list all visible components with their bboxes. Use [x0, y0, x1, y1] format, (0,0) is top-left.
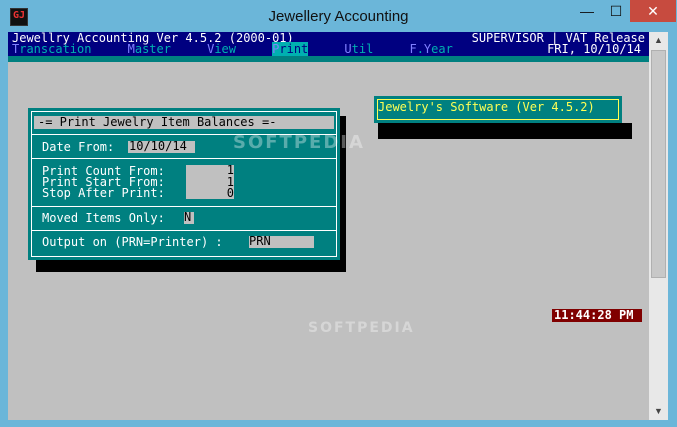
output-label: Output on (PRN=Printer) : — [42, 235, 223, 249]
header-date: FRI, 10/10/14 — [547, 42, 641, 56]
moved-items-label: Moved Items Only: — [42, 211, 165, 225]
minimize-button[interactable]: — — [572, 0, 602, 22]
scroll-up-icon[interactable]: ▲ — [649, 32, 668, 49]
softpedia-watermark: SOFTPEDIA — [233, 132, 365, 153]
clock-text: 11:44:28 PM — [554, 308, 634, 322]
scroll-thumb[interactable] — [651, 50, 666, 278]
dialog-title-bar: -= Print Jewelry Item Balances =- — [34, 116, 334, 129]
menu-fyear[interactable]: F.Year — [409, 42, 452, 56]
dialog-title: -= Print Jewelry Item Balances =- — [38, 115, 277, 129]
softpedia-watermark-small: SOFTPEDIA — [308, 320, 415, 336]
scroll-down-icon[interactable]: ▼ — [649, 403, 668, 420]
dialog-separator — [31, 158, 337, 159]
header-strip — [8, 56, 649, 62]
menu-bar: Transcation Master View Print Util F.Yea… — [12, 42, 453, 56]
close-button[interactable]: ✕ — [630, 0, 676, 22]
banner-shadow — [378, 123, 632, 139]
dialog-separator — [31, 206, 337, 207]
software-banner: Jewelry's Software (Ver 4.5.2) — [374, 96, 622, 123]
app-window: GJ Jewellery Accounting — ☐ ✕ Jewellry A… — [0, 0, 677, 427]
console-area: Jewellry Accounting Ver 4.5.2 (2000-01) … — [8, 32, 668, 420]
software-banner-text: Jewelry's Software (Ver 4.5.2) — [378, 100, 595, 114]
date-from-field[interactable]: 10/10/14 — [128, 140, 195, 153]
menu-util[interactable]: Util — [344, 42, 373, 56]
date-from-label: Date From: — [42, 140, 115, 154]
menu-transcation[interactable]: Transcation — [12, 42, 91, 56]
menu-print[interactable]: Print — [272, 42, 309, 56]
clock-display: 11:44:28 PM — [552, 309, 642, 322]
dialog-separator — [31, 230, 337, 231]
print-dialog: -= Print Jewelry Item Balances =- Date F… — [28, 108, 340, 260]
menu-view[interactable]: View — [207, 42, 236, 56]
header-bar: Jewellry Accounting Ver 4.5.2 (2000-01) … — [8, 32, 649, 56]
stop-after-label: Stop After Print: — [42, 186, 165, 200]
output-field[interactable]: PRN — [249, 235, 314, 248]
maximize-button[interactable]: ☐ — [602, 0, 630, 22]
dialog-shadow-bottom — [36, 260, 346, 272]
menu-master[interactable]: Master — [128, 42, 171, 56]
stop-after-field[interactable]: 0 — [186, 187, 234, 199]
title-bar[interactable]: GJ Jewellery Accounting — ☐ ✕ — [0, 0, 677, 32]
moved-items-field[interactable]: N — [184, 211, 194, 224]
vertical-scrollbar[interactable]: ▲ ▼ — [649, 32, 668, 420]
